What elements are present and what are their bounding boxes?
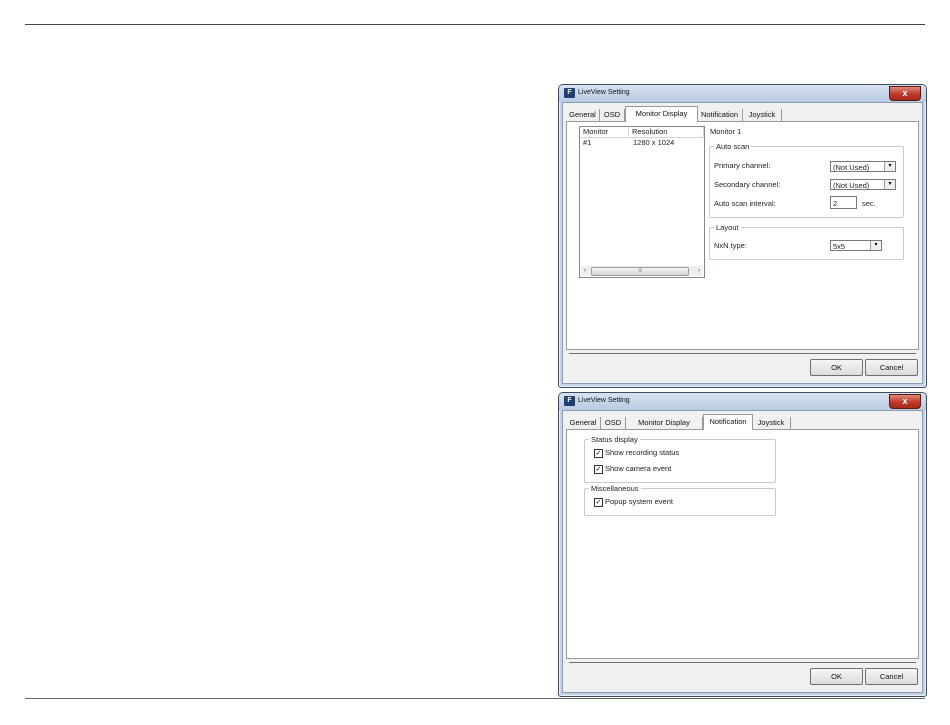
window-title: LiveView Setting xyxy=(578,397,630,404)
checkbox-checked-icon[interactable]: ✓ xyxy=(594,465,603,474)
show-camera-event-label: Show camera event xyxy=(605,464,672,473)
checkbox-checked-icon[interactable]: ✓ xyxy=(594,449,603,458)
scroll-left-icon[interactable]: ‹ xyxy=(581,266,589,276)
status-display-group: Status display ✓ Show recording status ✓… xyxy=(584,435,776,483)
tab-general[interactable]: General xyxy=(566,417,601,429)
miscellaneous-group: Miscellaneous ✓ Popup system event xyxy=(584,484,776,516)
notification-panel: Status display ✓ Show recording status ✓… xyxy=(566,429,919,659)
monitor-title: Monitor 1 xyxy=(710,127,742,136)
window-title: LiveView Setting xyxy=(578,89,630,96)
auto-scan-interval-label: Auto scan interval: xyxy=(714,199,776,208)
secondary-channel-dropdown[interactable]: (Not Used) ▾ xyxy=(830,179,896,190)
app-icon: F xyxy=(564,396,575,406)
liveview-setting-window-monitor-display: F LiveView Setting x General OSD Monitor… xyxy=(558,84,927,388)
close-button[interactable]: x xyxy=(889,394,921,409)
nxn-type-value: 5x5 xyxy=(833,242,846,251)
show-recording-status-label: Show recording status xyxy=(605,448,680,457)
tab-monitor-display[interactable]: Monitor Display xyxy=(625,106,698,122)
column-header-monitor[interactable]: Monitor xyxy=(580,127,629,137)
status-display-group-title: Status display xyxy=(589,435,640,444)
popup-system-event-label: Popup system event xyxy=(605,497,673,506)
close-button[interactable]: x xyxy=(889,86,921,101)
tab-osd[interactable]: OSD xyxy=(601,417,626,429)
title-bar[interactable]: F LiveView Setting x xyxy=(559,393,926,410)
secondary-channel-value: (Not Used) xyxy=(833,181,870,190)
monitor-list-header: Monitor Resolution xyxy=(580,127,704,138)
auto-scan-group: Auto scan Primary channel: (Not Used) ▾ … xyxy=(709,142,904,218)
layout-group-title: Layout xyxy=(714,223,741,232)
cancel-button[interactable]: Cancel xyxy=(865,359,918,376)
tab-joystick[interactable]: Joystick xyxy=(743,109,782,121)
tab-notification[interactable]: Notification xyxy=(697,109,743,121)
cancel-button[interactable]: Cancel xyxy=(865,668,918,685)
chevron-down-icon[interactable]: ▾ xyxy=(884,162,895,171)
liveview-setting-window-notification: F LiveView Setting x General OSD Monitor… xyxy=(558,392,927,697)
scroll-thumb[interactable]: ≡ xyxy=(591,267,689,276)
footer-separator xyxy=(569,662,916,663)
cell-resolution: 1280 x 1024 xyxy=(633,138,675,147)
tab-joystick[interactable]: Joystick xyxy=(752,417,791,429)
chevron-down-icon[interactable]: ▾ xyxy=(884,180,895,189)
primary-channel-value: (Not Used) xyxy=(833,163,870,172)
nxn-type-dropdown[interactable]: 5x5 ▾ xyxy=(830,240,882,251)
tab-general[interactable]: General xyxy=(566,109,600,121)
tab-monitor-display[interactable]: Monitor Display xyxy=(626,417,703,429)
app-icon: F xyxy=(564,88,575,98)
interval-unit-label: sec. xyxy=(862,199,876,208)
monitor-list[interactable]: Monitor Resolution #1 1280 x 1024 ‹ ≡ › xyxy=(579,126,705,278)
horizontal-scrollbar[interactable]: ‹ ≡ › xyxy=(581,266,703,276)
tab-notification[interactable]: Notification xyxy=(703,414,753,430)
column-header-resolution[interactable]: Resolution xyxy=(629,127,704,137)
window-client-area: General OSD Monitor Display Notification… xyxy=(562,410,923,693)
checkbox-checked-icon[interactable]: ✓ xyxy=(594,498,603,507)
cell-monitor: #1 xyxy=(583,138,592,147)
table-row[interactable]: #1 1280 x 1024 xyxy=(580,138,704,148)
secondary-channel-label: Secondary channel: xyxy=(714,180,781,189)
miscellaneous-group-title: Miscellaneous xyxy=(589,484,641,493)
footer-separator xyxy=(569,353,916,354)
auto-scan-group-title: Auto scan xyxy=(714,142,752,151)
title-bar[interactable]: F LiveView Setting x xyxy=(559,85,926,102)
page-bottom-rule xyxy=(25,698,925,699)
tab-osd[interactable]: OSD xyxy=(600,109,625,121)
page-top-rule xyxy=(25,24,925,25)
layout-group: Layout NxN type: 5x5 ▾ xyxy=(709,223,904,260)
primary-channel-dropdown[interactable]: (Not Used) ▾ xyxy=(830,161,896,172)
chevron-down-icon[interactable]: ▾ xyxy=(870,241,881,250)
scroll-right-icon[interactable]: › xyxy=(695,266,703,276)
monitor-display-panel: Monitor Resolution #1 1280 x 1024 ‹ ≡ › … xyxy=(566,121,919,350)
primary-channel-label: Primary channel: xyxy=(714,161,771,170)
ok-button[interactable]: OK xyxy=(810,668,863,685)
auto-scan-interval-input[interactable]: 2 xyxy=(830,196,857,209)
nxn-type-label: NxN type: xyxy=(714,241,747,250)
ok-button[interactable]: OK xyxy=(810,359,863,376)
window-client-area: General OSD Monitor Display Notification… xyxy=(562,102,923,384)
